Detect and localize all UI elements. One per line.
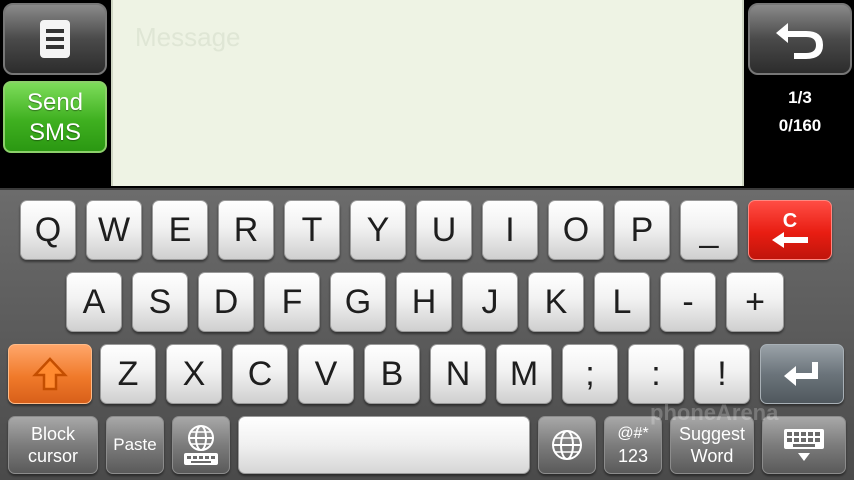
- key-l[interactable]: L: [594, 272, 650, 332]
- enter-arrow-icon: [784, 362, 818, 386]
- key-m[interactable]: M: [496, 344, 552, 404]
- back-arrow-icon: [776, 23, 823, 59]
- key-c[interactable]: C: [232, 344, 288, 404]
- keyboard-hide-icon: [784, 429, 824, 461]
- key-r[interactable]: R: [218, 200, 274, 260]
- clear-button[interactable]: C: [748, 200, 832, 260]
- key-b[interactable]: B: [364, 344, 420, 404]
- key-v[interactable]: V: [298, 344, 354, 404]
- send-label-line1: Send: [26, 89, 84, 116]
- keyboard-language-button[interactable]: [172, 416, 230, 474]
- char-counter: 0/160: [778, 116, 822, 135]
- key-t[interactable]: T: [284, 200, 340, 260]
- key-f[interactable]: F: [264, 272, 320, 332]
- symbols-button[interactable]: @#* 123: [604, 416, 662, 474]
- symbols-line1: @#*: [617, 425, 649, 442]
- paste-label: Paste: [113, 435, 157, 454]
- message-placeholder: Message: [135, 22, 241, 52]
- key-colon[interactable]: :: [628, 344, 684, 404]
- send-sms-button[interactable]: Send SMS: [3, 81, 107, 153]
- globe-keyboard-icon: [184, 425, 218, 465]
- backspace-arrow-icon: [772, 232, 808, 248]
- page-counter: 1/3: [788, 88, 812, 107]
- key-g[interactable]: G: [330, 272, 386, 332]
- key-h[interactable]: H: [396, 272, 452, 332]
- shift-button[interactable]: [8, 344, 92, 404]
- language-button[interactable]: [538, 416, 596, 474]
- back-button[interactable]: [748, 3, 852, 75]
- key-j[interactable]: J: [462, 272, 518, 332]
- shift-arrow-icon: [32, 357, 68, 391]
- hide-keyboard-button[interactable]: [762, 416, 846, 474]
- key-semicolon[interactable]: ;: [562, 344, 618, 404]
- key-w[interactable]: W: [86, 200, 142, 260]
- suggest-line1: Suggest: [678, 424, 746, 444]
- key-d[interactable]: D: [198, 272, 254, 332]
- menu-icon: [40, 20, 70, 58]
- key-plus[interactable]: +: [726, 272, 784, 332]
- block-cursor-line2: cursor: [27, 446, 78, 466]
- block-cursor-button[interactable]: Block cursor: [8, 416, 98, 474]
- key-k[interactable]: K: [528, 272, 584, 332]
- key-underscore[interactable]: _: [680, 200, 738, 260]
- key-s[interactable]: S: [132, 272, 188, 332]
- key-i[interactable]: I: [482, 200, 538, 260]
- key-e[interactable]: E: [152, 200, 208, 260]
- key-exclamation[interactable]: !: [694, 344, 750, 404]
- key-n[interactable]: N: [430, 344, 486, 404]
- key-q[interactable]: Q: [20, 200, 76, 260]
- globe-icon: [552, 430, 582, 460]
- send-label-line2: SMS: [28, 119, 81, 146]
- top-bar: Send SMS Message 1/3 0/160: [0, 0, 854, 188]
- symbols-line2: 123: [617, 446, 649, 466]
- enter-button[interactable]: [760, 344, 844, 404]
- space-bar[interactable]: [238, 416, 530, 474]
- suggest-word-button[interactable]: Suggest Word: [670, 416, 754, 474]
- menu-button[interactable]: [3, 3, 107, 75]
- message-input[interactable]: Message: [111, 0, 744, 186]
- key-x[interactable]: X: [166, 344, 222, 404]
- clear-label: C: [782, 210, 798, 232]
- suggest-line2: Word: [690, 446, 734, 466]
- key-z[interactable]: Z: [100, 344, 156, 404]
- key-o[interactable]: O: [548, 200, 604, 260]
- key-minus[interactable]: -: [660, 272, 716, 332]
- block-cursor-line1: Block: [30, 424, 75, 444]
- key-u[interactable]: U: [416, 200, 472, 260]
- key-p[interactable]: P: [614, 200, 670, 260]
- key-a[interactable]: A: [66, 272, 122, 332]
- keyboard: Q W E R T Y U I O P _ C A S D F G H J K …: [0, 188, 854, 480]
- paste-button[interactable]: Paste: [106, 416, 164, 474]
- key-y[interactable]: Y: [350, 200, 406, 260]
